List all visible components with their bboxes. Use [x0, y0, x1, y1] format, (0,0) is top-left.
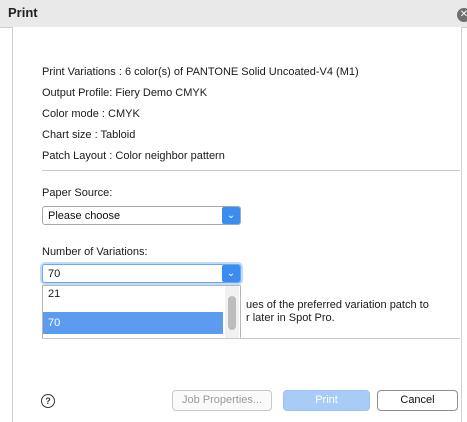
paper-source-label: Paper Source: — [42, 187, 113, 199]
dropdown-option-21[interactable]: 21 — [43, 286, 223, 305]
paper-source-value: Please choose — [48, 210, 121, 222]
print-button[interactable]: Print — [283, 390, 370, 411]
variations-dropdown-list[interactable]: 21 70 — [42, 285, 241, 339]
separator — [42, 170, 460, 171]
title-bar: Print ✕ — [0, 0, 467, 28]
cancel-button[interactable]: Cancel — [377, 390, 458, 411]
chart-size-info: Chart size : Tabloid — [42, 129, 136, 141]
variations-label: Number of Variations: — [42, 246, 148, 258]
variations-value: 70 — [48, 268, 61, 280]
job-properties-button[interactable]: Job Properties... — [172, 390, 272, 411]
chevron-down-icon[interactable]: ⌄ — [222, 207, 240, 224]
partial-hint-line-2: r later in Spot Pro. — [246, 312, 335, 324]
dropdown-scrollbar[interactable] — [225, 286, 239, 338]
paper-source-select[interactable]: Please choose ⌄ — [42, 206, 241, 225]
scrollbar-thumb[interactable] — [228, 296, 236, 330]
partial-hint-line-1: ues of the preferred variation patch to — [246, 299, 429, 311]
patch-layout-info: Patch Layout : Color neighbor pattern — [42, 150, 225, 162]
separator — [42, 338, 460, 339]
color-mode-info: Color mode : CMYK — [42, 108, 140, 120]
output-profile-info: Output Profile: Fiery Demo CMYK — [42, 87, 208, 99]
variations-select[interactable]: 70 ⌄ — [42, 264, 241, 283]
close-icon[interactable]: ✕ — [457, 8, 467, 22]
window-title: Print — [8, 5, 38, 20]
help-icon[interactable]: ? — [41, 394, 55, 408]
print-variations-info: Print Variations : 6 color(s) of PANTONE… — [42, 66, 359, 78]
dropdown-option-70[interactable]: 70 — [43, 312, 223, 334]
chevron-down-icon[interactable]: ⌄ — [222, 265, 240, 282]
